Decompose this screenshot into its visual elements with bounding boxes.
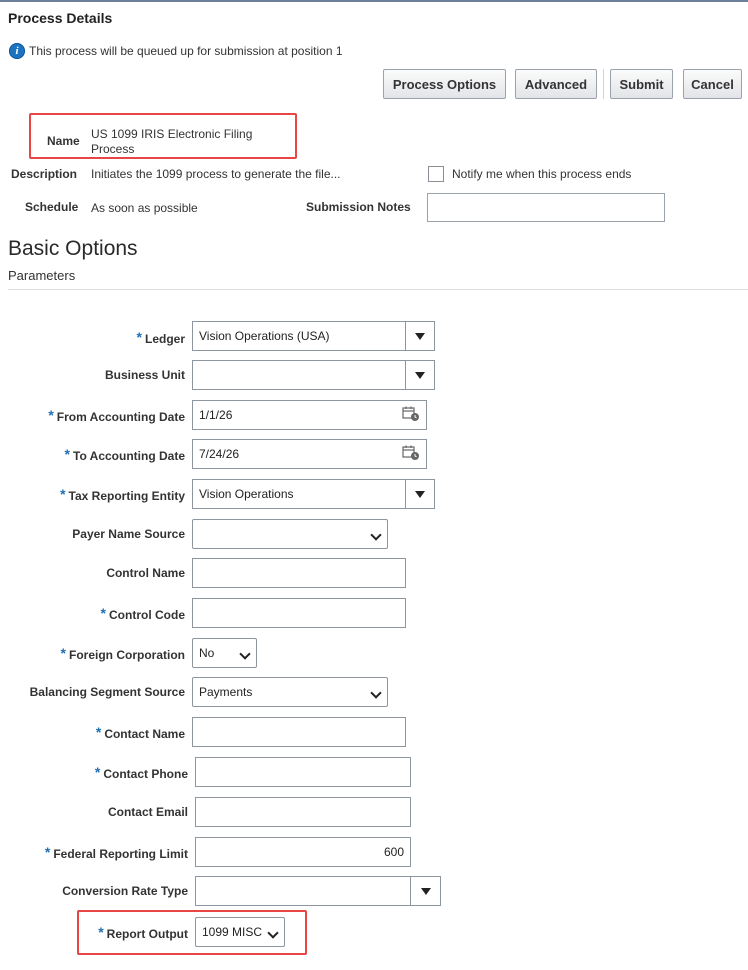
contact-phone-label: * Contact Phone (94, 764, 188, 781)
chevron-down-icon (370, 529, 382, 541)
section-divider (8, 289, 748, 290)
process-options-button[interactable]: Process Options (383, 69, 506, 99)
schedule-value: As soon as possible (91, 201, 198, 215)
info-icon: i (9, 43, 25, 59)
submission-notes-label: Submission Notes (306, 200, 411, 214)
conversion-rate-dropdown-button[interactable] (410, 876, 441, 906)
description-value: Initiates the 1099 process to generate t… (91, 167, 341, 181)
name-label: Name (47, 134, 80, 148)
page-title: Process Details (8, 10, 113, 26)
top-border (0, 0, 748, 2)
calendar-icon[interactable] (402, 445, 420, 461)
chevron-down-icon (239, 648, 251, 660)
chevron-down-icon (370, 687, 382, 699)
to-date-label: * To Accounting Date (64, 446, 185, 463)
tax-entity-input[interactable]: Vision Operations (192, 479, 406, 509)
contact-email-label: Contact Email (107, 805, 188, 819)
advanced-button[interactable]: Advanced (515, 69, 597, 99)
dropdown-arrow-icon (415, 332, 425, 340)
business-unit-input[interactable] (192, 360, 406, 390)
tax-entity-dropdown-button[interactable] (405, 479, 435, 509)
description-label: Description (11, 167, 78, 181)
report-output-select[interactable]: 1099 MISC (195, 917, 285, 947)
contact-email-input[interactable] (195, 797, 411, 827)
foreign-corp-label: * Foreign Corporation (60, 645, 185, 662)
chevron-down-icon (267, 927, 279, 939)
ledger-label: * Ledger (136, 329, 185, 346)
name-value-line1: US 1099 IRIS Electronic Filing (91, 127, 253, 141)
foreign-corp-select[interactable]: No (192, 638, 257, 668)
business-unit-dropdown-button[interactable] (405, 360, 435, 390)
info-text: This process will be queued up for submi… (29, 44, 343, 58)
name-value-line2: Process (91, 142, 135, 156)
toolbar-separator (603, 69, 604, 99)
business-unit-label: Business Unit (104, 368, 185, 382)
from-date-label: * From Accounting Date (48, 407, 185, 424)
contact-phone-input[interactable] (195, 757, 411, 787)
payer-name-source-label: Payer Name Source (72, 527, 185, 541)
submit-button[interactable]: Submit (610, 69, 673, 99)
tax-entity-label: * Tax Reporting Entity (60, 486, 185, 503)
control-name-input[interactable] (192, 558, 406, 588)
balancing-segment-label: Balancing Segment Source (29, 685, 185, 699)
control-code-input[interactable] (192, 598, 406, 628)
basic-options-heading: Basic Options (8, 237, 138, 260)
to-date-input[interactable]: 7/24/26 (192, 439, 427, 469)
dropdown-arrow-icon (415, 371, 425, 379)
from-date-input[interactable]: 1/1/26 (192, 400, 427, 430)
parameters-subheading: Parameters (8, 268, 76, 283)
ledger-input[interactable]: Vision Operations (USA) (192, 321, 406, 351)
calendar-icon[interactable] (402, 406, 420, 422)
conversion-rate-input[interactable] (195, 876, 411, 906)
submission-notes-input[interactable] (427, 193, 665, 222)
conversion-rate-label: Conversion Rate Type (62, 884, 188, 898)
federal-limit-label: * Federal Reporting Limit (44, 844, 188, 861)
control-name-label: Control Name (106, 566, 185, 580)
notify-label: Notify me when this process ends (452, 167, 632, 181)
notify-checkbox[interactable] (428, 166, 444, 182)
ledger-dropdown-button[interactable] (405, 321, 435, 351)
required-marker: * (136, 329, 142, 345)
dropdown-arrow-icon (420, 887, 431, 895)
cancel-button[interactable]: Cancel (683, 69, 742, 99)
payer-name-source-select[interactable] (192, 519, 388, 549)
report-output-label: * Report Output (98, 924, 188, 941)
contact-name-label: * Contact Name (95, 724, 185, 741)
contact-name-input[interactable] (192, 717, 406, 747)
dropdown-arrow-icon (415, 490, 425, 498)
info-message: i This process will be queued up for sub… (9, 43, 343, 59)
balancing-segment-select[interactable]: Payments (192, 677, 388, 707)
federal-limit-input[interactable]: 600 (195, 837, 411, 867)
control-code-label: * Control Code (100, 605, 185, 622)
schedule-label: Schedule (25, 200, 79, 214)
